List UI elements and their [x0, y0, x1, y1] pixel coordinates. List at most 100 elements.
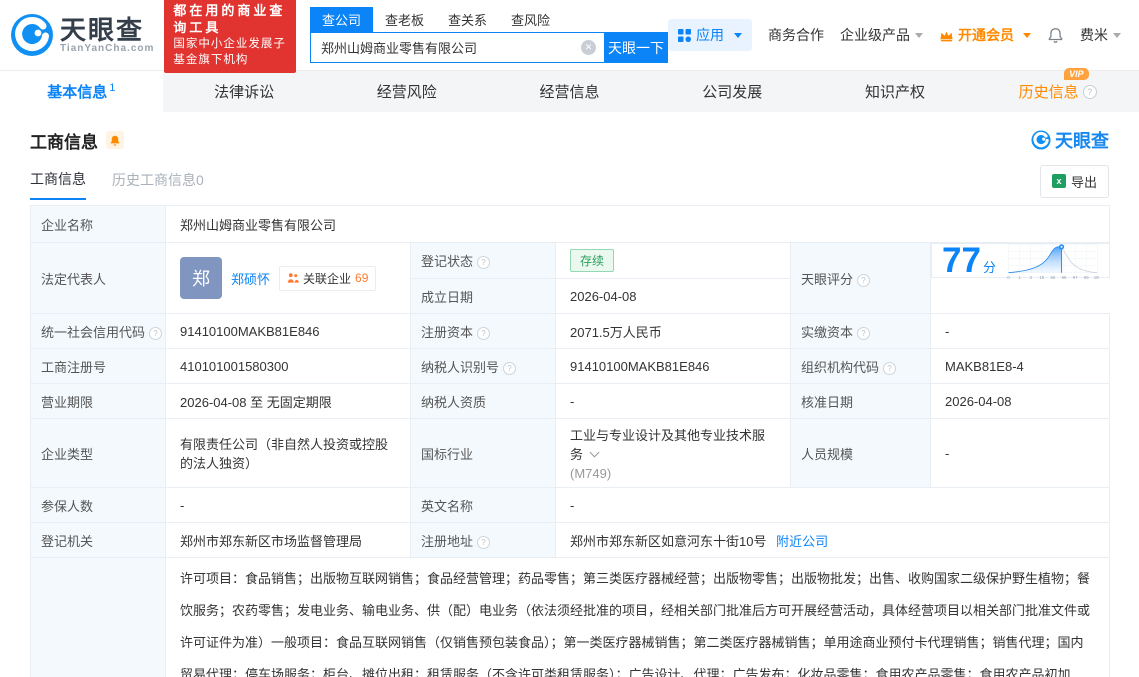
search-tab-relation[interactable]: 查关系 — [436, 7, 499, 32]
tab-history-info[interactable]: VIP 历史信息 ? — [976, 68, 1139, 112]
chevron-down-icon — [734, 32, 742, 38]
tab-label: 法律诉讼 — [214, 84, 275, 101]
reg-address-value: 郑州市郑东新区如意河东十街10号 附近公司 — [554, 522, 1111, 558]
search-area: 查公司 查老板 查关系 查风险 ✕ 天眼一下 — [310, 7, 668, 63]
section-header: 工商信息 天眼查 — [30, 127, 1109, 153]
score-unit: 分 — [982, 260, 996, 275]
tab-legal-proceedings[interactable]: 法律诉讼 — [163, 71, 326, 112]
reg-status-value: 存续 — [555, 242, 791, 279]
legal-rep-label: 法定代表人 — [30, 242, 166, 314]
help-icon[interactable]: ? — [477, 256, 491, 269]
related-companies-label: 关联企业 — [303, 271, 352, 286]
help-icon[interactable]: ? — [477, 326, 491, 340]
help-icon[interactable]: ? — [883, 361, 897, 375]
staff-size-value: - — [929, 418, 1111, 488]
svg-text:0: 0 — [1007, 274, 1010, 279]
related-companies-count: 69 — [355, 271, 369, 285]
search-tab-company[interactable]: 查公司 — [310, 7, 374, 32]
tab-operation-risk[interactable]: 经营风险 — [325, 71, 488, 112]
company-nav-tabs: 基本信息 1 法律诉讼 经营风险 经营信息 公司发展 知识产权 VIP 历史信息… — [0, 68, 1139, 112]
search-button[interactable]: 天眼一下 — [604, 32, 668, 63]
label-text: 登记状态 — [421, 254, 474, 269]
taxpayer-id-value: 91410100MAKB81E846 — [555, 348, 791, 384]
open-vip-label: 开通会员 — [958, 27, 1014, 43]
username: 费米 — [1080, 27, 1108, 43]
user-menu[interactable]: 费米 — [1080, 25, 1121, 45]
apps-grid-icon — [678, 28, 691, 42]
table-row: 企业类型 有限责任公司（非自然人投资或控股的法人独资） 国标行业 工业与专业设计… — [30, 418, 1111, 488]
search-tab-boss[interactable]: 查老板 — [373, 7, 436, 32]
table-row: 营业期限 2026-04-08 至 无固定期限 纳税人资质 - 核准日期 202… — [30, 383, 1111, 419]
tab-intellectual-property[interactable]: 知识产权 — [814, 71, 977, 112]
apps-button[interactable]: 应用 — [668, 19, 752, 51]
subscribe-bell-icon[interactable] — [106, 131, 124, 149]
table-row: 统一社会信用代码? 91410100MAKB81E846 注册资本? 2071.… — [30, 313, 1111, 349]
tab-basic-info-count: 1 — [109, 81, 116, 94]
reg-address-label: 注册地址? — [410, 522, 556, 558]
chevron-down-icon — [1023, 32, 1031, 38]
table-row: 经营范围? 许可项目：食品销售；出版物互联网销售；食品经营管理；药品零售；第三类… — [30, 557, 1111, 677]
reg-number-value: 410101001580300 — [165, 348, 411, 384]
business-scope-value: 许可项目：食品销售；出版物互联网销售；食品经营管理；药品零售；第三类医疗器械经营… — [164, 557, 1111, 677]
help-icon[interactable]: ? — [503, 361, 517, 375]
subtab-history-business-info[interactable]: 历史工商信息0 — [112, 170, 204, 199]
clear-icon[interactable]: ✕ — [581, 40, 596, 55]
avatar[interactable]: 郑 — [180, 257, 222, 299]
related-companies-badge[interactable]: 关联企业 69 — [279, 265, 377, 291]
export-button[interactable]: x 导出 — [1039, 164, 1109, 198]
top-header: 天眼查 TianYanCha.com 都在用的商业查询工具 国家中小企业发展子基… — [0, 0, 1139, 73]
export-label: 导出 — [1070, 174, 1097, 190]
tab-label: 知识产权 — [864, 84, 925, 101]
help-icon[interactable]: ? — [149, 326, 163, 340]
chevron-down-icon — [915, 32, 923, 38]
main-content: 工商信息 天眼查 工商信息 历史工商信息0 x 导出 企业名称 郑州山姆商业零售… — [0, 127, 1139, 677]
legal-rep-cell: 郑 郑硕怀 关联企业 69 — [165, 242, 411, 314]
subtab-business-info[interactable]: 工商信息 — [30, 169, 86, 200]
promo-banner: 都在用的商业查询工具 国家中小企业发展子基金旗下机构 — [164, 0, 296, 73]
vip-badge: VIP — [1064, 68, 1089, 80]
help-icon[interactable]: ? — [857, 273, 871, 287]
establish-date-label: 成立日期 — [410, 278, 556, 314]
staff-size-label: 人员规模 — [790, 418, 931, 488]
taxpayer-qualification-label: 纳税人资质 — [410, 383, 556, 419]
search-input[interactable] — [310, 32, 604, 63]
credit-code-label: 统一社会信用代码? — [30, 313, 166, 349]
business-cooperation-link[interactable]: 商务合作 — [768, 25, 824, 45]
help-icon[interactable]: ? — [1082, 84, 1097, 99]
label-text: 组织机构代码 — [801, 359, 880, 375]
industry-name: 工业与专业设计及其他专业技术服务 — [570, 428, 766, 462]
tianyancha-logo-icon — [11, 14, 53, 56]
tab-label: 经营风险 — [376, 84, 437, 101]
notification-bell[interactable] — [1047, 27, 1064, 44]
english-name-label: 英文名称 — [410, 487, 556, 523]
tab-operation-info[interactable]: 经营信息 — [488, 71, 651, 112]
label-text: 统一社会信用代码 — [41, 324, 146, 340]
help-icon[interactable]: ? — [857, 326, 871, 340]
reg-status-label: 登记状态? — [410, 242, 556, 279]
label-text: 实缴资本 — [801, 324, 854, 340]
score-chart-ticks: 0 1 3 15 50 85 97 99 100 — [1007, 274, 1098, 279]
label-text: 纳税人识别号 — [421, 359, 500, 375]
apps-label: 应用 — [696, 27, 724, 43]
top-right-nav: 应用 商务合作 企业级产品 开通会员 费米 — [668, 19, 1121, 51]
business-term-label: 营业期限 — [30, 383, 166, 419]
business-scope-label: 经营范围? — [30, 557, 166, 677]
approval-date-label: 核准日期 — [790, 383, 931, 419]
tianyancha-logo[interactable]: 天眼查 TianYanCha.com — [10, 13, 154, 57]
nearby-companies-link[interactable]: 附近公司 — [776, 534, 828, 549]
logo-domain: TianYanCha.com — [60, 42, 155, 54]
tab-basic-info[interactable]: 基本信息 1 — [0, 71, 163, 112]
legal-rep-name-link[interactable]: 郑硕怀 — [231, 269, 270, 288]
search-row: ✕ 天眼一下 — [310, 32, 668, 63]
table-row: 企业名称 郑州山姆商业零售有限公司 — [30, 205, 1111, 243]
tab-company-development[interactable]: 公司发展 — [651, 71, 814, 112]
enterprise-product-link[interactable]: 企业级产品 — [840, 25, 923, 45]
open-vip-link[interactable]: 开通会员 — [939, 25, 1031, 45]
company-name-value: 郑州山姆商业零售有限公司 — [164, 205, 1111, 243]
table-row: 工商注册号 410101001580300 纳税人识别号? 91410100MA… — [30, 348, 1111, 384]
chevron-down-icon[interactable] — [589, 447, 600, 458]
help-icon[interactable]: ? — [477, 535, 491, 549]
search-tab-risk[interactable]: 查风险 — [499, 7, 562, 32]
svg-text:50: 50 — [1050, 274, 1055, 279]
table-row: 参保人数 - 英文名称 - — [30, 487, 1111, 523]
